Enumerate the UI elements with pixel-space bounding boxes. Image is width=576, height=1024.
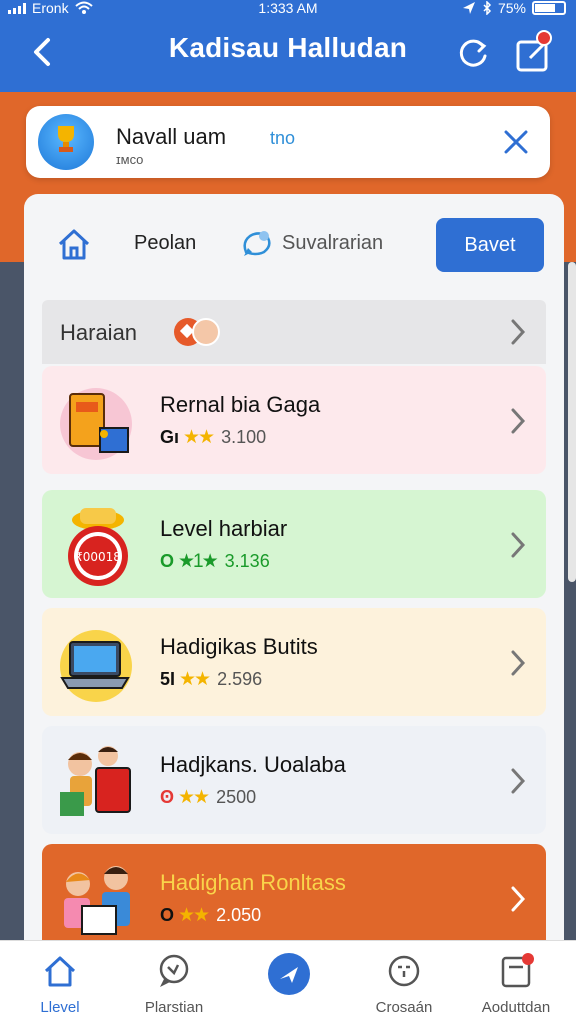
kids-reading-icon [60, 746, 131, 816]
star-rating: ★★ [179, 669, 211, 690]
face-icon [388, 955, 420, 987]
card-value: 2500 [216, 787, 257, 807]
list-card[interactable]: Hadjkans. Uoalaba ʘ ★★ 2500 [42, 726, 546, 834]
gold-pot-icon: ₹00018 [68, 508, 128, 586]
nav-label: Llevel [40, 999, 80, 1016]
chevron-right-icon [511, 768, 526, 794]
list-card[interactable]: Hadighan Ronltass O ★★ 2.050 [42, 844, 546, 952]
nav-label: Aoduttdan [481, 999, 551, 1016]
svg-text:₹00018: ₹00018 [75, 550, 121, 564]
card-prefix: O [160, 905, 175, 925]
star-rating: ★★ [178, 787, 210, 808]
kids-book-icon [64, 866, 130, 935]
main-panel: Peolan Suvalrarian Bavet Haraian Rernal … [24, 194, 564, 954]
notification-dot [522, 953, 534, 965]
battery-icon [532, 1, 566, 15]
refresh-button[interactable] [452, 32, 494, 74]
card-value: 2.050 [216, 905, 262, 925]
tab-suvalrarian[interactable]: Suvalrarian [282, 232, 383, 255]
scrollbar[interactable] [568, 262, 576, 582]
laptop-icon [60, 630, 132, 702]
chevron-right-icon [511, 408, 526, 434]
list-card[interactable]: ₹00018 Level harbiar O ★1★ 3.136 [42, 490, 546, 598]
bottom-navigation: Llevel Plarstian Crosaán Aoduttdan [0, 940, 576, 1024]
card-meta: ʘ ★★ 2500 [160, 786, 256, 809]
card-prefix: O [160, 551, 175, 571]
user-name: Navall uam [116, 124, 227, 149]
close-button[interactable] [502, 128, 530, 156]
bluetooth-icon [483, 1, 492, 15]
section-title: Haraian [60, 320, 138, 345]
tab-peolan[interactable]: Peolan [134, 232, 196, 255]
star-rating: ★★ [183, 427, 215, 448]
notification-dot [536, 30, 552, 46]
nav-label: Crosaán [375, 999, 433, 1016]
chevron-right-icon [511, 650, 526, 676]
list-card[interactable]: Rernal bia Gaga Gı ★★ 3.100 [42, 366, 546, 474]
edit-button[interactable] [512, 30, 558, 74]
chevron-right-icon [511, 319, 526, 345]
card-value: 3.136 [224, 551, 270, 571]
star-rating: ★1★ [178, 551, 219, 572]
avatar [38, 114, 94, 170]
section-header[interactable]: Haraian [42, 300, 546, 364]
card-meta: O ★★ 2.050 [160, 904, 261, 927]
card-title: Level harbiar [160, 516, 288, 541]
navigate-button[interactable] [268, 953, 310, 995]
battery-percent: 75% [497, 0, 526, 16]
nav-item-level[interactable]: Llevel [10, 941, 110, 1024]
chevron-right-icon [511, 532, 526, 558]
home-tab-icon[interactable] [54, 224, 94, 264]
card-prefix: 5I [160, 669, 176, 689]
user-badge-icon [192, 318, 220, 346]
card-value: 2.596 [217, 669, 263, 689]
trophy-icon [58, 126, 74, 152]
card-value: 3.100 [221, 427, 267, 447]
user-tag[interactable]: tno [270, 128, 295, 149]
card-title: Hadigikas Butits [160, 634, 318, 659]
nav-item-aoduttdan[interactable]: Aoduttdan [466, 941, 566, 1024]
nav-label: Plarstian [144, 999, 204, 1016]
card-prefix: ʘ [160, 787, 175, 807]
user-subtitle: ɪᴍᴄᴏ [116, 152, 144, 167]
location-arrow-icon [462, 2, 475, 14]
star-rating: ★★ [178, 905, 210, 926]
book-box-icon [60, 388, 132, 460]
chevron-right-icon [511, 886, 526, 912]
top-bar: Eronk 1:333 AM 75% Kadisau Halludan [0, 0, 576, 92]
chat-heart-icon [243, 231, 271, 256]
chat-bubble-icon [159, 954, 189, 987]
card-title: Hadjkans. Uoalaba [160, 752, 346, 777]
user-card: Navall uam tno ɪᴍᴄᴏ [26, 106, 550, 178]
list-card[interactable]: Hadigikas Butits 5I ★★ 2.596 [42, 608, 546, 716]
card-prefix: Gı [160, 427, 180, 447]
navigate-icon [280, 967, 298, 983]
nav-item-crosaan[interactable]: Crosaán [354, 941, 454, 1024]
nav-item-plarstian[interactable]: Plarstian [124, 941, 224, 1024]
home-icon [44, 956, 76, 987]
card-meta: Gı ★★ 3.100 [160, 426, 266, 449]
card-title: Rernal bia Gaga [160, 392, 321, 417]
card-meta: O ★1★ 3.136 [160, 550, 270, 573]
save-button[interactable]: Bavet [436, 218, 544, 272]
status-bar: Eronk 1:333 AM 75% [0, 0, 576, 18]
card-title: Hadighan Ronltass [160, 870, 346, 895]
card-meta: 5I ★★ 2.596 [160, 668, 262, 691]
